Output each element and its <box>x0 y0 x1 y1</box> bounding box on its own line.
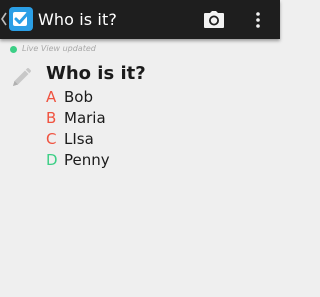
answer-letter: C <box>46 130 57 148</box>
pencil-icon[interactable] <box>10 67 32 89</box>
answer-option-d[interactable]: D Penny <box>46 150 110 171</box>
answer-name: Maria <box>64 109 106 127</box>
answer-letter: A <box>46 88 57 106</box>
status-text: Live View updated <box>22 44 96 53</box>
app-bar: Who is it? <box>0 0 280 39</box>
answer-name: Bob <box>64 88 93 106</box>
answer-name: LIsa <box>64 130 94 148</box>
app-title: Who is it? <box>38 10 117 29</box>
answer-option-b[interactable]: B Maria <box>46 108 110 129</box>
answer-name: Penny <box>64 151 110 169</box>
answer-letter: D <box>46 151 58 169</box>
answer-letter: B <box>46 109 57 127</box>
answer-option-a[interactable]: A Bob <box>46 87 110 108</box>
question-title: Who is it? <box>46 63 146 84</box>
overflow-menu-icon[interactable] <box>254 10 262 30</box>
status-dot-icon <box>10 46 17 53</box>
answer-option-c[interactable]: C LIsa <box>46 129 110 150</box>
answer-list: A Bob B Maria C LIsa D Penny <box>46 87 110 171</box>
back-chevron-icon[interactable] <box>0 9 8 29</box>
app-checkbox-icon[interactable] <box>8 6 34 32</box>
camera-icon[interactable] <box>203 10 225 30</box>
